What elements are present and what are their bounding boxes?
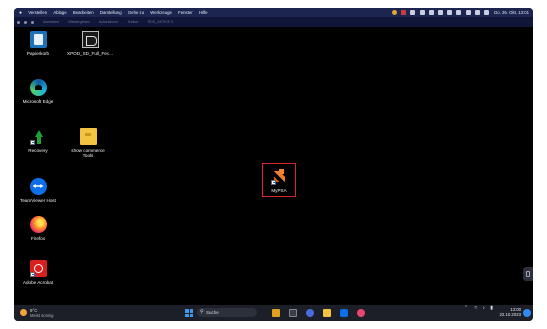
menu-werkzeuge[interactable]: Werkzeuge [150,8,172,17]
teamviewer-icon [29,178,47,195]
windows-desktop: Papierkorb XPOD_SD_Full_Fec... Microsoft… [14,27,533,305]
menu-ablage[interactable]: Ablage [53,8,66,17]
tray-overflow-icon[interactable]: ⌃ [464,305,468,311]
recovery-arrow-icon [29,128,47,145]
side-panel-handle[interactable] [523,267,533,281]
folder-icon[interactable] [323,309,331,317]
desktop-icon-teamviewer[interactable]: TeamViewer Host [16,178,60,203]
menu-fenster[interactable]: Fenster [178,8,193,17]
acrobat-icon [29,260,47,277]
volume-icon[interactable]: ♪ [482,305,485,311]
desktop-icon-xpod[interactable]: XPOD_SD_Full_Fec... [64,31,116,56]
notification-center-icon[interactable] [523,309,531,317]
mac-menu-bar: ● Verstellen Ablage Bearbeiten Darstellu… [14,8,533,17]
shortcut-arrow-icon [29,140,35,145]
search-placeholder: Suche [206,310,219,315]
windows-logo-icon [185,309,189,313]
windows-taskbar: 9°C Meist sonnig ⚲ Suche ⌃ ≈ ♪ ▮ 13:00 2… [14,305,533,321]
menu-bearbeiten[interactable]: Bearbeiten [73,8,94,17]
weather-description: Meist sonnig [30,313,54,318]
desktop-icon-label: MyPSA [271,188,287,193]
taskbar-search-box[interactable]: ⚲ Suche [197,308,257,317]
shortcut-arrow-icon [29,272,35,277]
menubar-status-area: Do. 26. Okt. 13:01 [389,8,529,17]
terminal-icon[interactable] [289,309,297,317]
chat-icon[interactable] [306,309,314,317]
file-explorer-icon[interactable] [272,309,280,317]
paint-icon[interactable] [357,309,365,317]
search-icon: ⚲ [200,309,204,315]
desktop-icon-recycle-bin[interactable]: Papierkorb [16,31,60,56]
desktop-icon-edge[interactable]: Microsoft Edge [16,79,60,104]
status-bluetooth-icon[interactable] [437,10,443,16]
desktop-icon-label: Papierkorb [26,51,50,56]
menu-darstellung[interactable]: Darstellung [100,8,122,17]
desktop-icon-label: XPOD_SD_Full_Fec... [67,51,113,56]
desktop-icon-label: TeamViewer Host [20,198,56,203]
status-display-icon[interactable] [410,10,416,16]
window-minimize-button[interactable] [24,20,27,24]
status-cloud-icon[interactable] [428,10,434,16]
status-wifi-icon[interactable] [465,10,471,16]
folder-icon [79,128,97,145]
edge-icon [29,79,47,96]
shortcut-arrow-icon [270,180,276,185]
status-search-icon[interactable] [474,10,480,16]
window-zoom-button[interactable] [31,20,34,24]
window-close-button[interactable] [17,20,20,24]
status-control-center-icon[interactable] [483,10,489,16]
status-battery-icon[interactable] [456,10,462,16]
desktop-icon-label: Recovery [28,148,48,153]
status-app-icon[interactable] [391,10,397,16]
desktop-icon-label: Microsoft Edge [22,99,54,104]
desktop-icon-show-commerce-tools[interactable]: show commerce Tools [66,128,110,158]
remote-session-toolbar: Anmelden Wiedergeben Aufzeichnen Treiber… [14,17,533,27]
toolbar-wiedergeben[interactable]: Wiedergeben [68,17,89,27]
remote-desktop-window: ● Verstellen Ablage Bearbeiten Darstellu… [14,8,533,321]
desktop-icon-acrobat[interactable]: Adobe Acrobat [16,260,60,285]
battery-icon[interactable]: ▮ [490,305,493,311]
sun-icon [20,309,27,316]
toolbar-aufzeichnen[interactable]: Aufzeichnen [99,17,119,27]
desktop-icon-mypsa[interactable]: MyPSA [257,168,301,193]
mypsa-icon [270,168,288,185]
menu-gehe-zu[interactable]: Gehe zu [128,8,144,17]
desktop-icon-label: show commerce Tools [71,148,105,159]
status-record-icon[interactable] [401,10,407,16]
status-volume-icon[interactable] [447,10,453,16]
desktop-icon-label: Firefox [30,236,46,241]
desktop-icon-firefox[interactable]: Firefox [16,216,60,241]
wifi-icon[interactable]: ≈ [474,305,477,311]
toolbar-treiber[interactable]: Treiber [127,17,138,27]
desktop-icon-label: Adobe Acrobat [22,280,54,285]
skate-app-icon [81,31,99,48]
menu-hilfe[interactable]: Hilfe [199,8,208,17]
menubar-clock[interactable]: Do. 26. Okt. 13:01 [494,10,529,15]
menu-verstellen[interactable]: Verstellen [28,8,47,17]
taskbar-clock[interactable]: 13:00 22.10.2023 [499,307,521,317]
toolbar-session-name[interactable]: RDS_AKTIVE S [148,17,174,27]
status-sync-icon[interactable] [419,10,425,16]
clock-date: 22.10.2023 [499,312,521,317]
firefox-icon [29,216,47,233]
recycle-bin-icon [29,31,47,48]
desktop-icon-recovery[interactable]: Recovery [16,128,60,153]
toolbar-anmelden[interactable]: Anmelden [43,17,59,27]
windows-start-button[interactable] [185,309,193,317]
teamviewer-icon[interactable] [340,309,348,317]
